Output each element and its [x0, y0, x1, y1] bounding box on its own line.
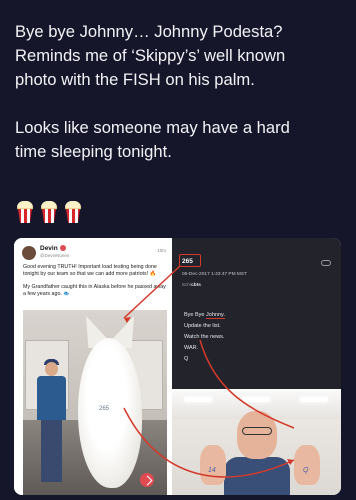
- link-icon: [321, 260, 331, 266]
- author-handle: @DevinNunes: [40, 253, 70, 258]
- post-paragraph-1: Bye bye Johnny… Johnny Podesta? Reminds …: [15, 22, 286, 89]
- podesta-photo: 14 Q: [172, 389, 341, 495]
- emoji-row: [15, 200, 83, 224]
- truth-body-2: My Grandfather caught this in Alaska bef…: [23, 284, 166, 297]
- right-palm-label: Q: [303, 467, 309, 474]
- right-palm: [294, 445, 320, 485]
- truth-body-1: Good evening TRUTH! Important load testi…: [23, 264, 157, 277]
- glasses: [242, 427, 272, 435]
- halibut-fish: [78, 338, 142, 488]
- post-time: 10m: [157, 248, 166, 253]
- avatar: [22, 246, 36, 260]
- q-post: 265 05-Dec-2017 1:43:47 PM MST 8ch/cbts …: [172, 238, 341, 389]
- post-date: 05-Dec-2017 1:43:47 PM MST: [182, 272, 248, 277]
- popcorn-icon: [63, 200, 83, 224]
- author-name: Devin: [40, 245, 66, 252]
- board-name: 8ch/cbts: [182, 283, 201, 288]
- post-paragraph-2: Looks like someone may have a hard time …: [15, 118, 290, 161]
- popcorn-icon: [39, 200, 59, 224]
- fish-number-label: 265: [99, 406, 110, 412]
- man-face: [237, 411, 277, 459]
- popcorn-icon: [15, 200, 35, 224]
- fish-photo: 265: [23, 310, 167, 495]
- underlined-name: Johnny.: [206, 312, 225, 319]
- verified-badge-icon: [59, 245, 66, 252]
- post-media-image[interactable]: Devin @DevinNunes 10m Good evening TRUTH…: [14, 238, 341, 495]
- left-palm: [200, 445, 226, 485]
- share-button[interactable]: [140, 473, 154, 487]
- left-palm-label: 14: [208, 467, 216, 474]
- q-post-lines: Bye Bye Johnny. Update the list. Watch t…: [184, 312, 225, 362]
- truth-social-post: Devin @DevinNunes 10m Good evening TRUTH…: [14, 238, 172, 495]
- post-number: 265: [182, 258, 193, 265]
- post: Bye bye Johnny… Johnny Podesta? Reminds …: [0, 0, 356, 500]
- post-text: Bye bye Johnny… Johnny Podesta? Reminds …: [15, 20, 345, 164]
- truth-body: Good evening TRUTH! Important load testi…: [23, 264, 167, 304]
